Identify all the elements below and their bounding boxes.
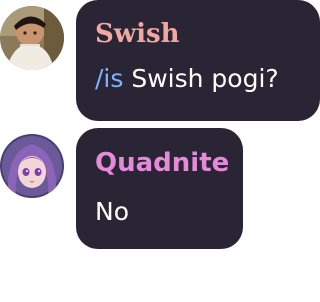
user-photo-avatar-icon	[0, 6, 64, 70]
message-text: /is Swish pogi?	[95, 66, 279, 91]
message-body: Swish pogi?	[123, 64, 279, 93]
message-author[interactable]: Quadnite	[95, 150, 229, 176]
message-bubble: Swish /is Swish pogi?	[76, 0, 320, 121]
message-author[interactable]: Swish	[95, 21, 180, 47]
quadnite-avatar[interactable]	[0, 134, 64, 198]
message-text: No	[95, 199, 129, 224]
swish-avatar[interactable]	[0, 6, 64, 70]
command-prefix: /is	[95, 64, 124, 93]
message-body: No	[95, 197, 129, 226]
message-bubble: Quadnite No	[76, 128, 243, 249]
anime-character-avatar-icon	[0, 134, 64, 198]
